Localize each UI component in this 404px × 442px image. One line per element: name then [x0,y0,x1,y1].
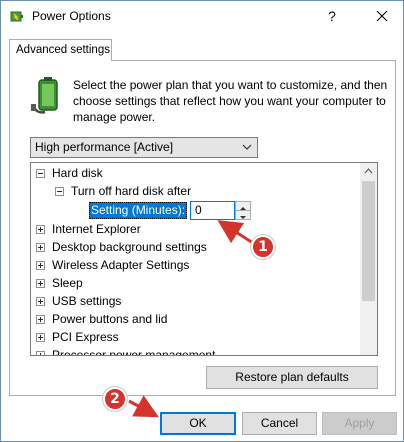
scroll-up-button[interactable] [360,163,377,180]
tree-item-internet-explorer[interactable]: Internet Explorer [36,220,356,238]
expand-icon[interactable] [36,315,45,324]
tree-item-sleep[interactable]: Sleep [36,274,356,292]
tree-item-label: USB settings [52,294,122,308]
power-plan-select-value: High performance [Active] [35,140,174,154]
tree-item-label: Wireless Adapter Settings [52,258,190,272]
tree-item-label: Sleep [52,276,83,290]
power-plan-select[interactable]: High performance [Active] [30,137,258,158]
help-button[interactable]: ? [317,2,347,30]
expand-icon[interactable] [36,297,45,306]
setting-minutes-spinner[interactable] [235,201,251,220]
scroll-thumb[interactable] [362,181,375,301]
tree-item-pci-express[interactable]: PCI Express [36,328,356,346]
cancel-button[interactable]: Cancel [242,412,317,435]
expand-icon[interactable] [36,279,45,288]
restore-plan-defaults-button[interactable]: Restore plan defaults [206,366,378,389]
battery-plan-icon [31,77,58,114]
setting-minutes-label: Setting (Minutes): [89,202,187,219]
chevron-down-icon [242,144,252,150]
power-options-window: Power Options ? Advanced settings Select… [0,0,404,442]
tree-item-label: Desktop background settings [52,240,207,254]
tree-scrollbar[interactable] [360,163,377,355]
settings-tree[interactable]: Hard disk Turn off hard disk after Setti… [30,162,378,356]
tree-item-label: PCI Express [52,330,119,344]
ok-button[interactable]: OK [160,412,236,435]
setting-minutes-input[interactable]: 0 [190,201,235,220]
tree-item-hard-disk[interactable]: Hard disk [36,164,356,182]
expand-icon[interactable] [36,225,45,234]
tree-item-turn-off-hard-disk[interactable]: Turn off hard disk after [55,182,355,200]
tree-item-label: Internet Explorer [52,222,141,236]
tree-item-label: Processor power management [52,348,216,356]
spin-up-button[interactable] [236,202,250,211]
arrow-up-icon [364,168,373,174]
tree-item-label: Turn off hard disk after [71,184,192,198]
tree-item-processor-power[interactable]: Processor power management [36,346,356,356]
expand-icon[interactable] [36,351,45,355]
annotation-arrow-2 [128,395,159,418]
power-options-icon [10,11,23,22]
tree-item-usb-settings[interactable]: USB settings [36,292,356,310]
expand-icon[interactable] [36,333,45,342]
close-button[interactable] [367,2,397,30]
annotation-badge-2: 2 [103,387,127,411]
title-bar: Power Options ? [1,1,403,31]
tree-item-wireless-adapter[interactable]: Wireless Adapter Settings [36,256,356,274]
close-icon [376,10,388,22]
apply-button[interactable]: Apply [322,412,397,435]
tree-item-desktop-background[interactable]: Desktop background settings [36,238,356,256]
tree-item-power-buttons[interactable]: Power buttons and lid [36,310,356,328]
annotation-badge-1: 1 [251,235,275,259]
spin-down-button[interactable] [236,211,250,219]
collapse-icon[interactable] [55,187,64,196]
window-title: Power Options [32,9,111,23]
intro-text: Select the power plan that you want to c… [73,78,388,124]
expand-icon[interactable] [36,261,45,270]
tab-advanced-settings[interactable]: Advanced settings [9,39,112,61]
tree-item-label: Hard disk [52,166,103,180]
tree-item-label: Power buttons and lid [52,312,168,326]
expand-icon[interactable] [36,243,45,252]
collapse-icon[interactable] [36,169,45,178]
